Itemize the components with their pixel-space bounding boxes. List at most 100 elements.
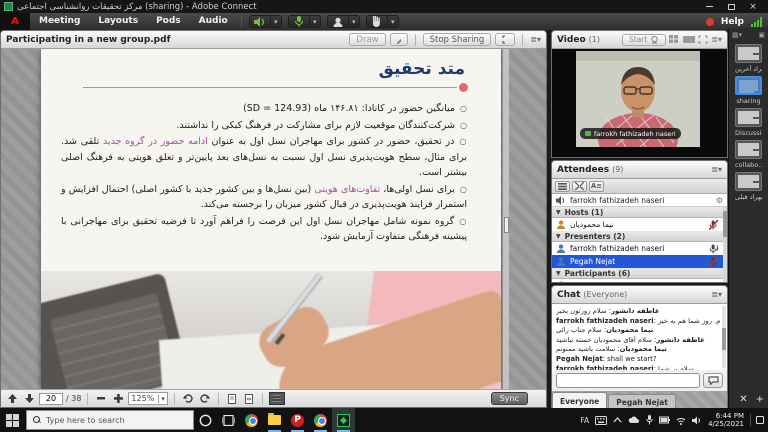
chat-tab-pegah-nejat[interactable]: Pegah Nejat — [608, 394, 676, 409]
action-center-button[interactable] — [750, 414, 764, 426]
speaker-view-icon[interactable] — [683, 35, 695, 44]
layout-thumbnail[interactable]: collabo... — [735, 140, 762, 169]
collapse-triangle-icon[interactable]: ▼ — [556, 233, 561, 240]
raise-hand-icon[interactable] — [367, 16, 387, 27]
help-menu[interactable]: Help — [721, 17, 744, 27]
pen-tool-button[interactable] — [390, 33, 408, 46]
layouts-menu-icon[interactable]: ▦▾ — [732, 31, 742, 39]
onedrive-cloud-icon[interactable] — [628, 416, 640, 424]
microphone-control[interactable]: ▾ — [288, 15, 321, 28]
sync-button[interactable]: Sync — [491, 392, 528, 405]
add-layout-icon[interactable]: + — [756, 394, 764, 405]
language-indicator[interactable]: FA — [580, 416, 589, 425]
active-speaker-gear-icon[interactable]: ⚙ — [716, 196, 723, 205]
battery-icon[interactable] — [659, 416, 670, 424]
tray-microphone-icon[interactable] — [646, 415, 653, 425]
menu-pods[interactable]: Pods — [147, 13, 190, 30]
chat-message-input[interactable] — [556, 373, 700, 388]
touch-keyboard-icon[interactable] — [595, 416, 607, 425]
speaker-control[interactable]: ▾ — [249, 15, 282, 28]
page-number-input[interactable] — [39, 393, 63, 405]
fit-page-button[interactable] — [225, 392, 239, 405]
adobe-connect-taskbar-button[interactable] — [332, 408, 355, 432]
attendee-group-header[interactable]: ▼Hosts (1) — [552, 207, 723, 218]
menu-layouts[interactable]: Layouts — [89, 13, 147, 30]
redo-button[interactable] — [198, 392, 212, 405]
thumbnails-toggle-button[interactable] — [269, 392, 285, 405]
chat-scrollbar[interactable] — [722, 306, 726, 368]
minimize-button[interactable] — [698, 1, 720, 12]
network-icon[interactable] — [676, 416, 686, 425]
speaker-dropdown-icon[interactable]: ▾ — [270, 16, 281, 27]
connection-signal-icon[interactable] — [751, 17, 762, 27]
status-view-icon[interactable]: A≡ — [589, 181, 604, 192]
chat-tab-everyone[interactable]: Everyone — [552, 392, 607, 409]
layout-thumbnail[interactable]: بهراد قبلی — [735, 172, 762, 201]
cortana-button[interactable] — [194, 408, 217, 432]
zoom-in-button[interactable] — [111, 392, 125, 405]
microphone-dropdown-icon[interactable]: ▾ — [309, 16, 320, 27]
speaker-icon[interactable] — [250, 16, 270, 27]
video-pod: Video (1) Start ≣▾ — [551, 30, 728, 158]
chat-pod-menu-icon[interactable]: ≣▾ — [711, 290, 722, 299]
pocket-app-button[interactable]: P — [286, 408, 309, 432]
breakout-view-icon[interactable] — [572, 181, 587, 192]
windows-start-icon — [6, 414, 19, 427]
next-page-button[interactable] — [22, 392, 36, 405]
attendee-row[interactable]: farrokh fathizadeh naseri — [552, 242, 723, 255]
microphone-icon[interactable] — [289, 16, 309, 27]
collapse-triangle-icon[interactable]: ▼ — [556, 209, 561, 216]
start-webcam-button[interactable]: Start — [622, 34, 666, 46]
task-view-button[interactable] — [217, 408, 240, 432]
layout-thumbnail[interactable]: Discussion — [735, 108, 762, 137]
share-pod-menu-icon[interactable]: ≣▾ — [530, 35, 541, 44]
raise-hand-dropdown-icon[interactable]: ▾ — [387, 16, 398, 27]
attendees-scrollbar[interactable] — [723, 207, 727, 282]
layout-thumbnail[interactable]: sharing — [735, 76, 762, 105]
layouts-pin-icon[interactable]: ▣ — [758, 31, 765, 39]
video-fullscreen-icon[interactable] — [698, 35, 708, 44]
fit-width-button[interactable] — [242, 392, 256, 405]
attendee-group-header[interactable]: ▼Presenters (2) — [552, 231, 723, 242]
attendee-group-header[interactable]: ▼Participants (6) — [552, 268, 723, 279]
maximize-button[interactable] — [720, 1, 742, 12]
layout-thumbnail[interactable]: بهراد آخرین — [735, 44, 762, 73]
slide-scrollbar[interactable] — [502, 49, 509, 389]
webcam-dropdown-icon[interactable]: ▾ — [348, 16, 359, 27]
delete-layout-icon[interactable]: ✕ — [739, 394, 747, 405]
attendee-list-view-icon[interactable] — [555, 181, 570, 192]
stop-sharing-button[interactable]: Stop Sharing — [423, 33, 492, 46]
send-message-button[interactable] — [703, 373, 723, 388]
slide-bullet: ○در تحقیق، حضور در کشور برای مهاجران نسل… — [61, 134, 467, 181]
video-pod-menu-icon[interactable]: ≣▾ — [711, 35, 722, 44]
attendee-row[interactable]: نیما محمودیان — [552, 218, 723, 231]
attendee-row[interactable]: Pegah Nejat — [552, 255, 723, 268]
start-button[interactable] — [0, 408, 24, 432]
file-explorer-button[interactable] — [263, 408, 286, 432]
menu-audio[interactable]: Audio — [190, 13, 237, 30]
previous-page-button[interactable] — [5, 392, 19, 405]
webcam-control[interactable]: ▾ — [327, 15, 360, 28]
show-hidden-icons-chevron[interactable] — [613, 417, 622, 423]
fullscreen-button[interactable] — [495, 33, 515, 46]
filmstrip-view-icon[interactable] — [669, 35, 680, 44]
taskbar-search-input[interactable]: Type here to search — [26, 410, 194, 430]
attendee-row[interactable]: amiri — [552, 279, 723, 282]
chat-sender-name: عاطفه دانشور — [611, 307, 659, 315]
draw-button[interactable]: Draw — [349, 33, 385, 46]
chrome-profile2-button[interactable] — [309, 408, 332, 432]
adobe-connect-icon — [337, 414, 350, 427]
taskbar-clock[interactable]: 6:44 PM 4/25/2021 — [708, 412, 744, 429]
menu-meeting[interactable]: Meeting — [30, 13, 89, 30]
webcam-icon[interactable] — [328, 16, 348, 27]
zoom-out-button[interactable] — [94, 392, 108, 405]
raise-hand-control[interactable]: ▾ — [366, 15, 399, 28]
chrome-taskbar-button[interactable] — [240, 408, 263, 432]
volume-icon[interactable] — [692, 416, 702, 425]
undo-button[interactable] — [181, 392, 195, 405]
close-button[interactable]: × — [742, 1, 764, 12]
collapse-triangle-icon[interactable]: ▼ — [556, 270, 561, 277]
zoom-level-select[interactable]: 125%▾ — [128, 392, 167, 405]
attendee-name: Pegah Nejat — [570, 257, 615, 266]
attendees-pod-menu-icon[interactable]: ≣▾ — [711, 165, 722, 174]
